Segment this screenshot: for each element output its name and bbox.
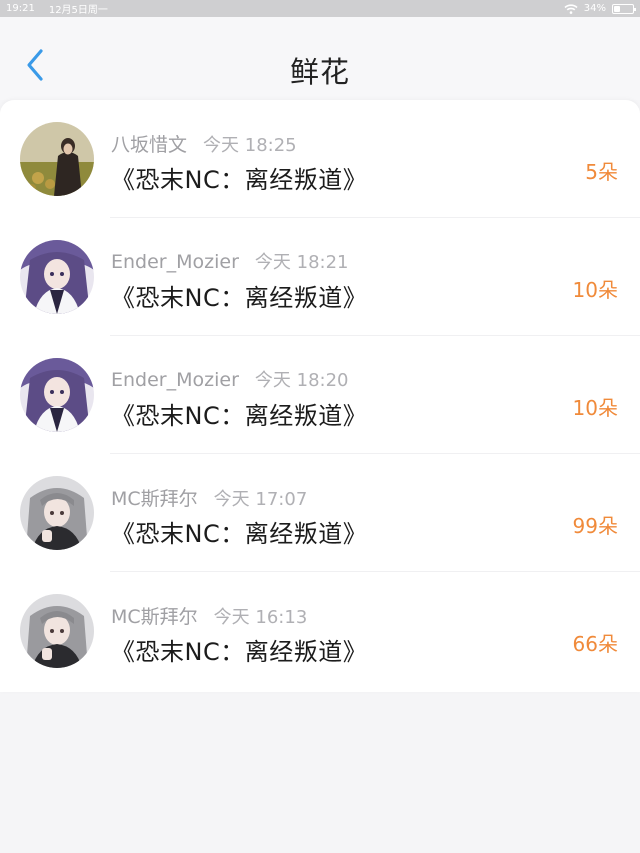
record-meta: 八坂惜文 今天 18:25 xyxy=(111,130,297,157)
flower-count: 10朵 xyxy=(572,278,618,302)
avatar[interactable] xyxy=(20,476,94,550)
flower-count: 10朵 xyxy=(572,396,618,420)
book-title[interactable]: 《恐末NC：离经叛道》 xyxy=(111,160,367,195)
record-meta: Ender_Mozier 今天 18:20 xyxy=(111,366,349,392)
flower-count: 99朵 xyxy=(572,514,618,538)
battery-icon xyxy=(612,3,636,14)
flower-record-row[interactable]: Ender_Mozier 今天 18:20 《恐末NC：离经叛道》 10朵 xyxy=(0,336,640,454)
user-name[interactable]: MC斯拜尔 xyxy=(111,606,198,628)
status-bar: 19:21 12月5日周一 34% xyxy=(0,0,640,17)
record-time: 今天 16:13 xyxy=(213,607,308,628)
flower-record-row[interactable]: MC斯拜尔 今天 16:13 《恐末NC：离经叛道》 66朵 xyxy=(0,572,640,690)
record-meta: MC斯拜尔 今天 17:07 xyxy=(111,484,307,511)
flower-count: 66朵 xyxy=(572,632,618,656)
book-title[interactable]: 《恐末NC：离经叛道》 xyxy=(111,396,367,431)
record-time: 今天 18:21 xyxy=(254,252,349,273)
record-time: 今天 18:25 xyxy=(203,135,297,156)
user-name[interactable]: 八坂惜文 xyxy=(111,134,187,156)
user-name[interactable]: Ender_Mozier xyxy=(111,369,239,391)
status-time: 19:21 xyxy=(6,3,35,14)
wifi-icon xyxy=(564,3,578,14)
battery-percent: 34% xyxy=(583,3,606,14)
record-time: 今天 18:20 xyxy=(254,370,349,391)
record-time: 今天 17:07 xyxy=(213,489,308,510)
nav-bar: 鲜花 xyxy=(0,17,640,100)
record-meta: Ender_Mozier 今天 18:21 xyxy=(111,248,349,274)
record-meta: MC斯拜尔 今天 16:13 xyxy=(111,602,307,629)
avatar[interactable] xyxy=(20,358,94,432)
flower-count: 5朵 xyxy=(585,160,618,184)
battery-level xyxy=(614,5,620,12)
book-title[interactable]: 《恐末NC：离经叛道》 xyxy=(111,632,367,667)
user-name[interactable]: Ender_Mozier xyxy=(111,251,239,273)
user-name[interactable]: MC斯拜尔 xyxy=(111,488,198,510)
avatar[interactable] xyxy=(20,594,94,668)
flower-record-row[interactable]: 八坂惜文 今天 18:25 《恐末NC：离经叛道》 5朵 xyxy=(0,100,640,218)
page-title: 鲜花 xyxy=(289,55,350,89)
flower-list: 八坂惜文 今天 18:25 《恐末NC：离经叛道》 5朵 Ender_Mozier… xyxy=(0,100,640,692)
avatar[interactable] xyxy=(20,122,94,196)
avatar[interactable] xyxy=(20,240,94,314)
flower-record-row[interactable]: Ender_Mozier 今天 18:21 《恐末NC：离经叛道》 10朵 xyxy=(0,218,640,336)
flower-record-row[interactable]: MC斯拜尔 今天 17:07 《恐末NC：离经叛道》 99朵 xyxy=(0,454,640,572)
book-title[interactable]: 《恐末NC：离经叛道》 xyxy=(111,278,367,313)
book-title[interactable]: 《恐末NC：离经叛道》 xyxy=(111,514,367,549)
status-date: 12月5日周一 xyxy=(48,5,108,16)
